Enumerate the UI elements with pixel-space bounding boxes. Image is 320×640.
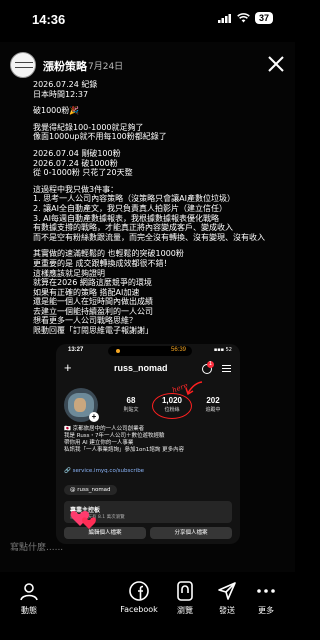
stat-label: 則貼文 [123,407,139,413]
plus-icon: + [64,360,72,375]
more-icon [257,589,275,593]
status-time: 14:36 [32,12,66,27]
post-line: 2026.07.24 破1000粉 [33,158,118,168]
more-button[interactable]: 更多 [241,580,291,616]
browse-icon [177,581,193,601]
account-name[interactable]: 漲粉策略 [43,58,87,74]
post-line: 2026.07.04 剛破100粉 [33,148,121,158]
activity-button[interactable]: 動態 [4,580,54,616]
activity-icon [20,583,38,601]
notification-badge: 1 [207,361,214,368]
post-line: 還是能一個人在短時間內做出成績 [33,297,153,307]
facebook-label: Facebook [120,605,158,614]
more-label: 更多 [258,606,274,615]
add-story-icon: + [89,412,99,422]
bottom-action-bar: 動態 Facebook 瀏覽 發送 更多 [0,572,295,640]
post-line: 3. AI每週自動產數據報表，我根據數據報表優化戰略 [33,213,220,223]
signal-icon [217,13,231,23]
share-profile-button: 分享個人檔案 [150,527,232,539]
post-line: 這樣應該就足夠證明 [33,268,105,278]
embedded-status-bar: 13:27 56:39 ▪▪▪ 52 [56,344,240,358]
post-line: 其實做的速滿輕鬆的 也輕鬆的突破1000粉 [33,249,184,259]
dynamic-island: 56:39 [108,346,192,356]
embedded-status-icons: ▪▪▪ 52 [213,347,232,353]
hearts-reaction-icon [70,511,96,529]
status-icons: 37 [217,12,273,24]
battery-indicator: 37 [254,12,273,24]
stat-label: 追蹤中 [205,407,221,413]
wifi-icon [237,13,250,23]
close-icon[interactable] [265,53,287,75]
facebook-button[interactable]: Facebook [114,580,164,614]
post-date: 7月24日 [88,62,124,72]
post-line: 更重要的是 成交跟轉換成效都很不錯！ [33,258,172,268]
post-line: 我覺得紀錄100-1000就足夠了 [33,122,144,132]
stat-posts: 68 則貼文 [116,396,146,413]
post-line: 如果有正確的策略 搭配AI加速 [33,287,140,297]
post-body: 2026.07.24 紀錄 日本時間12:37 破1000粉🎉 我覺得紀錄100-10… [33,80,288,336]
post-line: 從 0-1000粉 只花了20天整 [33,168,133,178]
profile-topbar: + russ_nomad 1 [56,360,240,380]
post-line: 破1000粉🎉 [33,106,80,116]
profile-bio: 🇯🇵 京都旅居中的一人公司創業者 我是 Russ・7年一人公司＋數位遊牧經驗 帶… [64,426,185,453]
timer-icon [116,349,120,353]
story-header: 漲粉策略 7月24日 [0,48,295,82]
post-line: 有數據支撐的戰略，才能真正將內容變成客戶、變成收入 [33,223,233,233]
post-line: 就算在2026 網路這麼競爭的環境 [33,278,152,288]
post-line: 限動回覆「訂閱思維電子報謝謝」 [33,326,153,336]
post-line: 日本時間12:37 [33,89,89,99]
arrow-annotation-icon [185,381,203,396]
threads-chip: @ russ_nomad [64,485,117,495]
menu-icon [222,365,231,374]
activity-label: 動態 [21,606,37,615]
profile-username: russ_nomad [114,363,168,373]
profile-link: 🔗 service.imyq.co/subscribe [64,468,145,474]
account-avatar[interactable] [10,52,36,78]
post-line: 這過程中我只做3件事： [33,184,119,194]
post-line: 而不是空有粉絲數跟流量，而完全沒有轉換、沒有變現、沒有收入 [33,232,265,242]
post-line: 2026.07.24 紀錄 [33,80,98,89]
embedded-time: 13:27 [68,347,84,353]
post-line: 1. 思考一人公司內容策略（沒策略只會讓AI產數位垃圾） [33,194,236,204]
post-line: 2. 讓AI全自動產文，我只負責真人拍影片（建立信任） [33,203,228,213]
comment-input[interactable]: 寫點什麼...... [10,540,63,553]
send-icon [218,582,236,600]
island-timer: 56:39 [170,347,186,353]
system-status-bar: 14:36 37 [0,0,295,40]
post-line: 像面1000up就不用每100粉都紀錄了 [33,132,167,142]
stat-value: 68 [126,396,136,405]
facebook-icon [129,581,149,601]
post-line: 想看更多一人公司戰略思維？ [33,316,137,326]
